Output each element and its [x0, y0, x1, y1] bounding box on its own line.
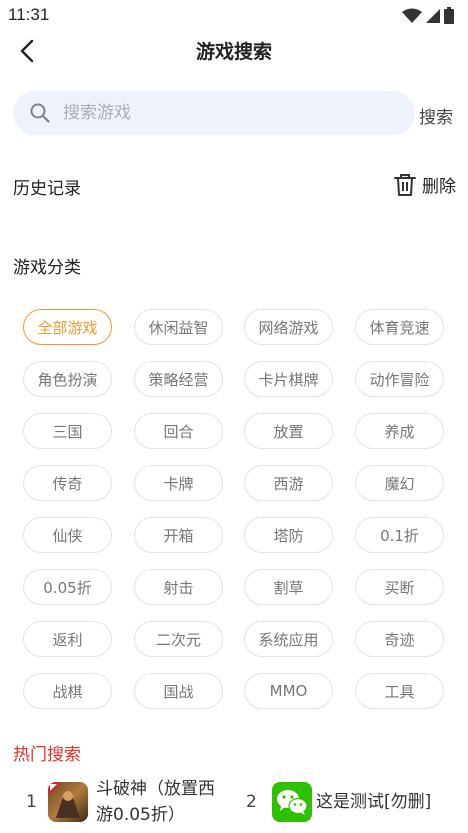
category-tag[interactable]: 系统应用	[244, 621, 333, 657]
delete-history-button[interactable]: 删除	[394, 172, 456, 197]
category-tag[interactable]: 二次元	[134, 621, 223, 657]
hot-rank: 2	[246, 792, 257, 812]
search-input[interactable]	[61, 102, 385, 124]
category-tag[interactable]: 传奇	[23, 465, 112, 501]
signal-icon	[426, 8, 440, 23]
category-tag[interactable]: 工具	[355, 673, 444, 709]
delete-label: 删除	[422, 177, 456, 197]
hot-search-item-2[interactable]: 2 这是测试[勿删]	[234, 775, 468, 833]
category-tag[interactable]: 卡片棋牌	[244, 361, 333, 397]
category-tag[interactable]: 战棋	[23, 673, 112, 709]
category-tag[interactable]: 射击	[134, 569, 223, 605]
history-title: 历史记录	[13, 179, 81, 199]
category-tag[interactable]: 动作冒险	[355, 361, 444, 397]
category-tag[interactable]: 策略经营	[134, 361, 223, 397]
wechat-icon	[272, 782, 312, 822]
status-icons	[402, 7, 454, 24]
category-tag[interactable]: 塔防	[244, 517, 333, 553]
game-warrior-icon	[48, 782, 88, 822]
category-tag[interactable]: MMO	[244, 673, 333, 709]
category-tag[interactable]: 0.1折	[355, 517, 444, 553]
category-tag[interactable]: 全部游戏	[23, 309, 112, 345]
nav-bar: 游戏搜索	[0, 32, 468, 70]
category-title: 游戏分类	[13, 258, 81, 278]
category-tag[interactable]: 西游	[244, 465, 333, 501]
search-icon	[30, 103, 50, 123]
wifi-icon	[402, 8, 422, 23]
battery-icon	[444, 7, 454, 24]
category-tag[interactable]: 体育竞速	[355, 309, 444, 345]
category-tag[interactable]: 买断	[355, 569, 444, 605]
status-bar: 11:31	[0, 0, 468, 32]
category-tag[interactable]: 奇迹	[355, 621, 444, 657]
category-tag[interactable]: 仙侠	[23, 517, 112, 553]
category-tag[interactable]: 卡牌	[134, 465, 223, 501]
category-tag[interactable]: 0.05折	[23, 569, 112, 605]
hot-search-title: 热门搜索	[13, 745, 81, 765]
hot-search-item-1[interactable]: 1 斗破神（放置西 游0.05折）	[0, 775, 234, 833]
status-time: 11:31	[8, 5, 50, 24]
category-tag[interactable]: 角色扮演	[23, 361, 112, 397]
search-button[interactable]: 搜索	[419, 103, 453, 128]
hot-name-line1: 斗破神（放置西	[96, 779, 215, 799]
category-tag[interactable]: 放置	[244, 413, 333, 449]
category-tag[interactable]: 开箱	[134, 517, 223, 553]
category-tag[interactable]: 割草	[244, 569, 333, 605]
category-tag[interactable]: 休闲益智	[134, 309, 223, 345]
trash-icon	[394, 173, 416, 196]
category-tag[interactable]: 返利	[23, 621, 112, 657]
search-box[interactable]	[13, 91, 415, 135]
category-tag[interactable]: 国战	[134, 673, 223, 709]
page-title: 游戏搜索	[195, 41, 272, 63]
hot-name-line2: 游0.05折）	[96, 805, 185, 825]
hot-rank: 1	[26, 792, 37, 812]
category-tag[interactable]: 网络游戏	[244, 309, 333, 345]
category-tag[interactable]: 养成	[355, 413, 444, 449]
hot-name-line1: 这是测试[勿删]	[316, 792, 432, 812]
category-tag[interactable]: 回合	[134, 413, 223, 449]
category-tag[interactable]: 魔幻	[355, 465, 444, 501]
category-tag[interactable]: 三国	[23, 413, 112, 449]
